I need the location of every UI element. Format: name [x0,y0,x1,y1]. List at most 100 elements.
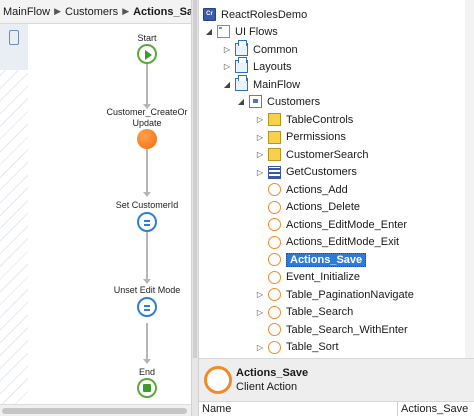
screen-icon [249,95,262,108]
collapsed-icon[interactable]: ▷ [255,343,265,352]
tree-item-label: UI Flows [235,25,278,38]
tree-item-label: Customers [267,95,321,108]
ui-flow-icon [235,75,248,91]
tree-item-label: Actions_Delete [286,201,360,213]
canvas-margin [0,24,28,416]
breadcrumb-item-customers[interactable]: Customers [65,6,118,18]
flow-arrow-icon [143,279,151,284]
property-divider [397,402,398,416]
collapsed-icon[interactable]: ▷ [255,168,265,177]
splitter-grip[interactable] [193,0,197,358]
horizontal-scrollbar[interactable] [0,404,191,416]
tree-item-label: Layouts [253,60,292,73]
tree-item-label: Actions_Save [286,252,367,267]
tree-item-actions-editmode-enter[interactable]: Actions_EditMode_Enter [255,216,407,233]
tree-item-mainflow[interactable]: ◢ MainFlow [222,75,300,93]
flow-arrow-icon [143,359,151,364]
scrollbar-thumb[interactable] [2,408,187,414]
client-action-icon [268,305,281,319]
flow-canvas[interactable]: MainFlow ▶ Customers ▶ Actions_Save Star… [0,0,191,416]
client-action-icon [268,340,281,354]
end-node-icon[interactable] [137,378,157,398]
device-preview[interactable] [0,24,28,70]
tree-item-label: TableControls [286,113,354,126]
collapsed-icon[interactable]: ▷ [222,62,232,71]
flow-connector [146,62,148,107]
breadcrumb-separator-icon: ▶ [54,6,61,16]
client-action-icon [268,270,281,284]
collapsed-icon[interactable]: ▷ [255,290,265,299]
selected-element-header: Actions_Save Client Action [199,358,474,402]
collapsed-icon[interactable]: ▷ [222,45,232,54]
flow-connector [146,323,148,361]
tree-item-label: Actions_Add [286,183,348,196]
breadcrumb-current: Actions_Save [133,5,191,18]
property-name-value[interactable]: Actions_Save [401,403,468,415]
selected-element-name: Actions_Save [236,367,309,379]
breadcrumb-separator-icon: ▶ [122,6,130,16]
tree-item-table-paginationnavigate[interactable]: ▷ Table_PaginationNavigate [255,286,414,303]
vertical-scrollbar[interactable] [465,0,474,358]
tree-item-label: Actions_EditMode_Enter [286,218,408,231]
tree-item-actions-delete[interactable]: Actions_Delete [255,199,360,216]
tree-item-actions-add[interactable]: Actions_Add [255,181,348,198]
tree-item-actions-editmode-exit[interactable]: Actions_EditMode_Exit [255,234,399,251]
breadcrumb-item-mainflow[interactable]: MainFlow [3,6,50,18]
client-action-icon [268,218,281,231]
collapsed-icon[interactable]: ▷ [255,150,265,159]
node-label-customer-create-or-update: Customer_CreateOr Update [106,107,188,128]
tree-item-label: Common [253,43,298,56]
expanded-icon[interactable]: ◢ [204,27,214,36]
collapsed-icon[interactable]: ▷ [255,115,265,124]
node-label-unset-edit-mode: Unset Edit Mode [113,285,181,295]
tree-item-event-initialize[interactable]: Event_Initialize [255,269,360,286]
tree-item-getcustomers[interactable]: ▷ GetCustomers [255,164,357,181]
run-server-action-node-icon[interactable] [137,129,157,149]
ui-flow-icon [235,57,248,73]
collapsed-icon[interactable]: ▷ [255,133,265,142]
tree-item-tablecontrols[interactable]: ▷ TableControls [255,111,353,128]
tree-item-label: Event_Initialize [286,271,360,283]
block-icon [268,130,281,144]
panel-splitter[interactable] [191,0,199,416]
tree-item-permissions[interactable]: ▷ Permissions [255,129,346,146]
start-node-icon[interactable] [137,44,157,64]
client-action-icon [204,366,232,394]
ui-flow-icon [235,40,248,56]
node-label-start: Start [137,33,157,43]
breadcrumb: MainFlow ▶ Customers ▶ Actions_Save [0,0,191,24]
tree-item-customersearch[interactable]: ▷ CustomerSearch [255,146,369,163]
expanded-icon[interactable]: ◢ [236,97,246,106]
flow-connector [146,148,148,194]
assign-node-icon[interactable] [137,212,157,232]
block-icon [268,148,281,161]
tree-item-actions-save[interactable]: Actions_Save [255,251,367,268]
tree-item-customers[interactable]: ◢ Customers [236,93,320,110]
tree-item-ui-flows[interactable]: ◢ UI Flows [204,23,278,40]
tree-item-table-search-withenter[interactable]: Table_Search_WithEnter [255,321,408,338]
folder-icon [217,25,230,38]
module-icon: Cr [203,8,216,21]
property-name-label: Name [202,403,232,415]
client-action-icon [268,200,281,214]
properties-row[interactable]: Name Actions_Save [199,402,474,416]
flow-connector [146,231,148,281]
tree-item-common[interactable]: ▷ Common [222,40,298,58]
tree-item-label: GetCustomers [286,166,357,178]
tree-item-label: Table_Search_WithEnter [286,323,408,336]
expanded-icon[interactable]: ◢ [222,80,232,89]
client-action-icon [268,288,281,301]
block-icon [268,113,281,126]
tree-item-table-search[interactable]: ▷ Table_Search [255,304,353,321]
tree-item-label: Table_PaginationNavigate [286,288,414,301]
collapsed-icon[interactable]: ▷ [255,308,265,317]
aggregate-icon [268,165,281,179]
tree-item-table-sort[interactable]: ▷ Table_Sort [255,339,339,356]
tree-item-label: ReactRolesDemo [221,8,308,21]
tree-item-label: Table_Search [286,306,354,318]
tree-item-module[interactable]: Cr ReactRolesDemo [203,6,307,23]
tree-item-layouts[interactable]: ▷ Layouts [222,57,292,75]
assign-node-icon[interactable] [137,297,157,317]
tree-item-label: CustomerSearch [286,148,369,161]
node-label-end: End [138,367,155,377]
